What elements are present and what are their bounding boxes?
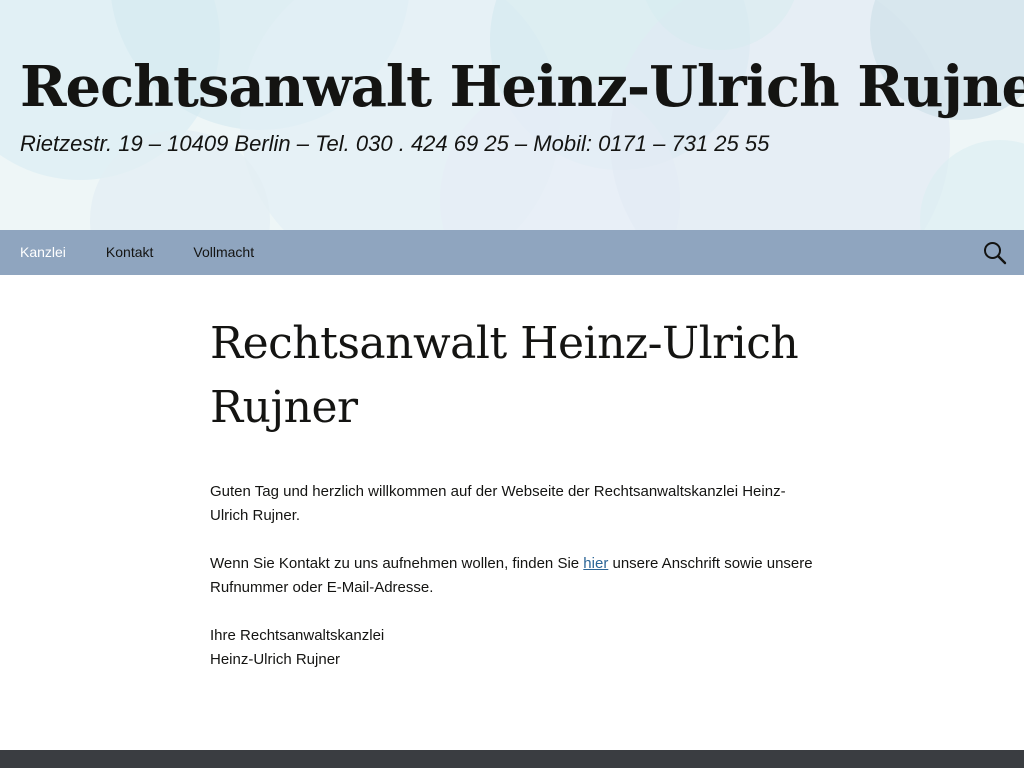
nav-item-kontakt[interactable]: Kontakt: [86, 230, 173, 275]
contact-link[interactable]: hier: [583, 555, 608, 572]
contact-paragraph: Wenn Sie Kontakt zu uns aufnehmen wollen…: [210, 552, 814, 600]
nav-menu: Kanzlei Kontakt Vollmacht: [0, 230, 274, 275]
signature-line-2: Heinz-Ulrich Rujner: [210, 651, 341, 668]
signature: Ihre Rechtsanwaltskanzlei Heinz-Ulrich Ru…: [210, 624, 814, 672]
nav-item-kanzlei[interactable]: Kanzlei: [0, 230, 86, 275]
entry-content: Guten Tag und herzlich willkommen auf de…: [210, 480, 814, 672]
welcome-paragraph: Guten Tag und herzlich willkommen auf de…: [210, 483, 786, 524]
search-icon: [984, 242, 1007, 265]
site-title[interactable]: Rechtsanwalt Heinz-Ulrich Rujner: [20, 52, 1024, 122]
search-button[interactable]: [982, 240, 1008, 266]
signature-line-1: Ihre Rechtsanwaltskanzlei: [210, 627, 385, 644]
site-description: Rietzestr. 19 – 10409 Berlin – Tel. 030 …: [20, 131, 770, 156]
main-navigation: Kanzlei Kontakt Vollmacht: [0, 230, 1024, 275]
page-title: Rechtsanwalt Heinz-Ulrich Rujner: [210, 318, 799, 433]
site-footer: [0, 750, 1024, 768]
contact-text-before: Wenn Sie Kontakt zu uns aufnehmen wollen…: [210, 555, 584, 572]
site-header: Rechtsanwalt Heinz-Ulrich Rujner Rietzes…: [0, 0, 1024, 230]
main-content: Rechtsanwalt Heinz-Ulrich Rujner Guten T…: [210, 312, 814, 696]
nav-item-vollmacht[interactable]: Vollmacht: [173, 230, 274, 275]
